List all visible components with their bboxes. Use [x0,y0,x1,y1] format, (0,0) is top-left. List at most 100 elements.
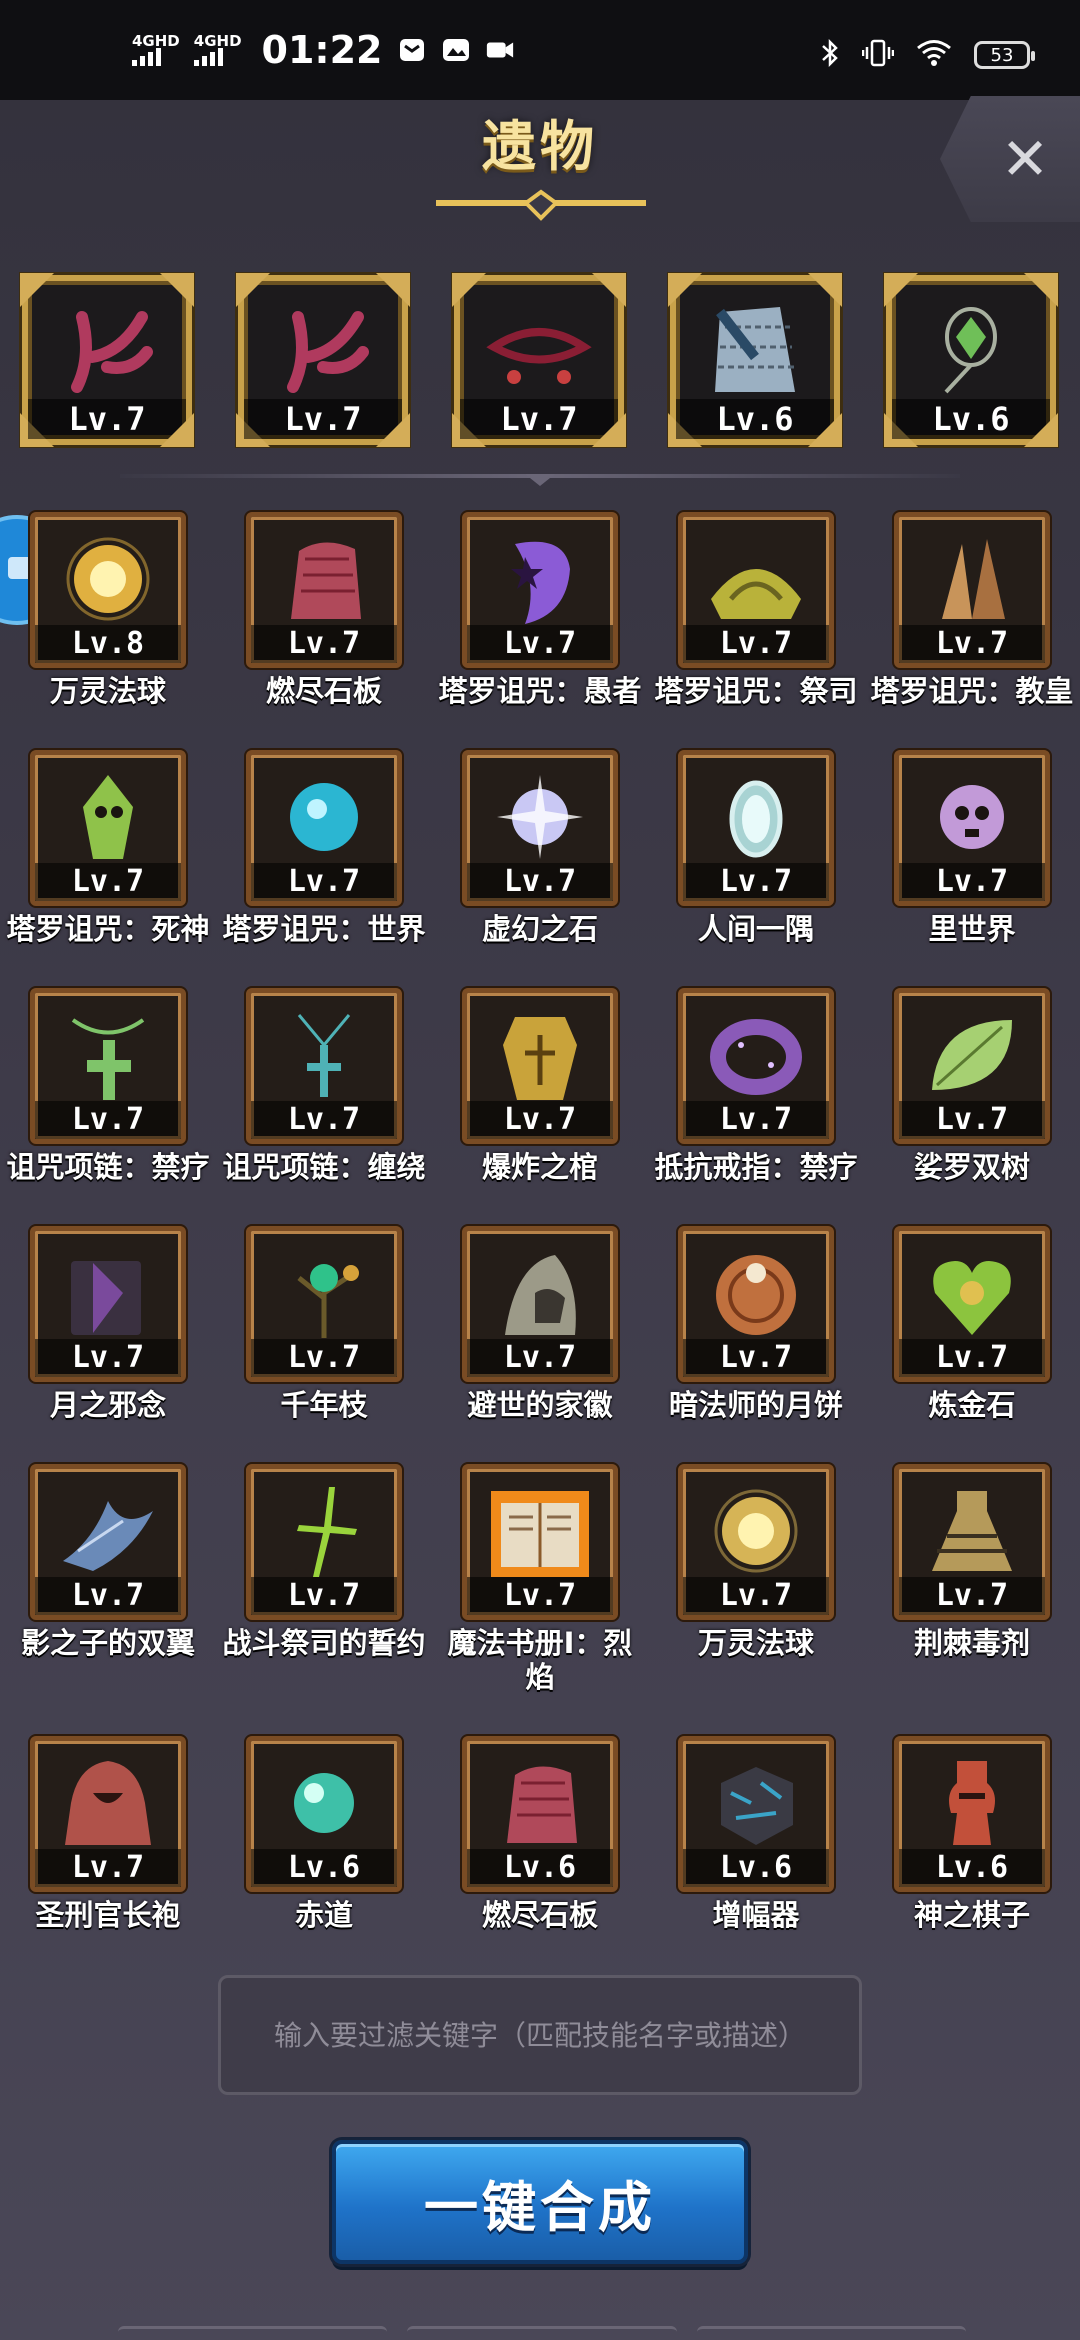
relic-tile[interactable]: Lv.7 [894,512,1050,668]
relic-item[interactable]: Lv.7 诅咒项链：缠绕 [216,988,432,1184]
relic-tile[interactable]: Lv.7 [462,512,618,668]
relic-tile[interactable]: Lv.6 [462,1736,618,1892]
relic-item[interactable]: Lv.7 避世的家徽 [432,1226,648,1422]
level-label: Lv.7 [683,863,829,901]
battery-indicator: 53 [974,41,1035,69]
relic-name: 抵抗戒指：禁疗 [654,1150,858,1184]
relic-item[interactable]: Lv.7 月之邪念 [0,1226,216,1422]
relic-item[interactable]: Lv.7 虚幻之石 [432,750,648,946]
network-label-2: 4GHD [193,32,242,50]
equipped-slot[interactable]: Lv.6 [884,273,1058,447]
tarot-pope-icon [942,539,1005,619]
relic-tile[interactable]: Lv.7 [894,988,1050,1144]
equipped-slot[interactable]: Lv.6 [668,273,842,447]
filter-input[interactable] [221,1977,859,2093]
level-label: Lv.7 [683,625,829,663]
relic-tile[interactable]: Lv.7 [462,1464,618,1620]
relic-item[interactable]: Lv.7 塔罗诅咒：愚者 [432,512,648,708]
relic-tile[interactable]: Lv.7 [462,750,618,906]
relic-item[interactable]: Lv.8 万灵法球 [0,512,216,708]
relic-item[interactable]: Lv.7 里世界 [864,750,1080,946]
equipped-slot[interactable]: Lv.7 [20,273,194,447]
relic-tile[interactable]: Lv.7 [678,512,834,668]
signal-2: 4GHD [193,32,242,66]
relic-item[interactable]: Lv.6 神之棋子 [864,1736,1080,1932]
network-label-1: 4GHD [132,32,180,50]
relic-item[interactable]: Lv.7 万灵法球 [648,1464,864,1660]
relic-tile[interactable]: Lv.7 [30,1464,186,1620]
equipped-relics: Lv.7 Lv.7 Lv.7 Lv.6 Lv.6 [20,273,1058,450]
relic-tile[interactable]: Lv.7 [462,988,618,1144]
relic-name: 千年枝 [280,1388,368,1422]
relic-tile[interactable]: Lv.7 [894,1464,1050,1620]
equipped-slot[interactable]: Lv.7 [452,273,626,447]
relic-item[interactable]: Lv.7 燃尽石板 [216,512,432,708]
relic-item[interactable]: Lv.7 千年枝 [216,1226,432,1422]
level-label: Lv.7 [683,1339,829,1377]
relic-tile[interactable]: Lv.7 [30,750,186,906]
relic-tile[interactable]: Lv.7 [30,988,186,1144]
relic-item[interactable]: Lv.7 塔罗诅咒：死神 [0,750,216,946]
relic-item[interactable]: Lv.7 抵抗戒指：禁疗 [648,988,864,1184]
relic-tile[interactable]: Lv.7 [246,1226,402,1382]
merge-all-button[interactable]: 一键合成 [332,2140,748,2264]
relic-name: 塔罗诅咒：教皇 [870,674,1074,708]
antler-relic-icon [71,311,153,393]
relic-tile[interactable]: Lv.6 [678,1736,834,1892]
relic-tile[interactable]: Lv.7 [246,1464,402,1620]
relic-item[interactable]: Lv.7 诅咒项链：禁疗 [0,988,216,1184]
relic-tile[interactable]: Lv.7 [678,1464,834,1620]
relic-name: 暗法师的月饼 [668,1388,843,1422]
relic-tile[interactable]: Lv.7 [246,512,402,668]
relic-name: 炼金石 [928,1388,1016,1422]
relic-item[interactable]: Lv.7 荆棘毒剂 [864,1464,1080,1660]
level-label: Lv.7 [35,863,181,901]
level-label: Lv.7 [35,1339,181,1377]
relic-name: 塔罗诅咒：世界 [222,912,426,946]
relic-item[interactable]: Lv.6 燃尽石板 [432,1736,648,1932]
level-label: Lv.7 [251,863,397,901]
relic-item[interactable]: Lv.7 塔罗诅咒：教皇 [864,512,1080,708]
relic-tile[interactable]: Lv.7 [678,1226,834,1382]
level-label: Lv.7 [251,1339,397,1377]
relic-name: 燃尽石板 [265,674,382,708]
page-title: 遗物 [482,115,598,178]
relic-item[interactable]: Lv.7 圣刑官长袍 [0,1736,216,1932]
relic-item[interactable]: Lv.7 塔罗诅咒：祭司 [648,512,864,708]
relic-tile[interactable]: Lv.7 [246,750,402,906]
relic-tile[interactable]: Lv.7 [894,1226,1050,1382]
level-label: Lv.7 [467,625,613,663]
relic-item[interactable]: Lv.7 魔法书册Ⅰ：烈焰 [432,1464,648,1694]
relic-tile[interactable]: Lv.7 [678,988,834,1144]
relic-item[interactable]: Lv.7 娑罗双树 [864,988,1080,1184]
relic-item[interactable]: Lv.7 爆炸之棺 [432,988,648,1184]
relic-item[interactable]: Lv.7 人间一隅 [648,750,864,946]
relic-tile[interactable]: Lv.8 [30,512,186,668]
filter-box[interactable] [218,1975,862,2095]
level-label: Lv.7 [251,625,397,663]
relic-item[interactable]: Lv.7 炼金石 [864,1226,1080,1422]
shadow-wing-icon [63,1501,153,1571]
relic-tile[interactable]: Lv.6 [894,1736,1050,1892]
relic-tile[interactable]: Lv.7 [894,750,1050,906]
relic-item[interactable]: Lv.7 影之子的双翼 [0,1464,216,1660]
level-label: Lv.7 [467,1339,613,1377]
relic-tile[interactable]: Lv.7 [30,1736,186,1892]
relic-name: 爆炸之棺 [481,1150,598,1184]
relic-tile[interactable]: Lv.7 [678,750,834,906]
relic-name: 魔法书册Ⅰ：烈焰 [447,1626,633,1694]
message-icon [397,35,427,65]
tarot-world-icon [290,783,358,851]
level-label: Lv.7 [460,399,618,439]
relic-item[interactable]: Lv.6 赤道 [216,1736,432,1932]
relic-tile[interactable]: Lv.7 [462,1226,618,1382]
relic-tile[interactable]: Lv.6 [246,1736,402,1892]
equipped-slot[interactable]: Lv.7 [236,273,410,447]
relic-item[interactable]: Lv.7 暗法师的月饼 [648,1226,864,1422]
relic-tile[interactable]: Lv.7 [246,988,402,1144]
relic-item[interactable]: Lv.7 塔罗诅咒：世界 [216,750,432,946]
relic-item[interactable]: Lv.7 战斗祭司的誓约 [216,1464,432,1660]
relic-tile[interactable]: Lv.7 [30,1226,186,1382]
signal-bars-icon [132,48,161,66]
relic-item[interactable]: Lv.6 增幅器 [648,1736,864,1932]
